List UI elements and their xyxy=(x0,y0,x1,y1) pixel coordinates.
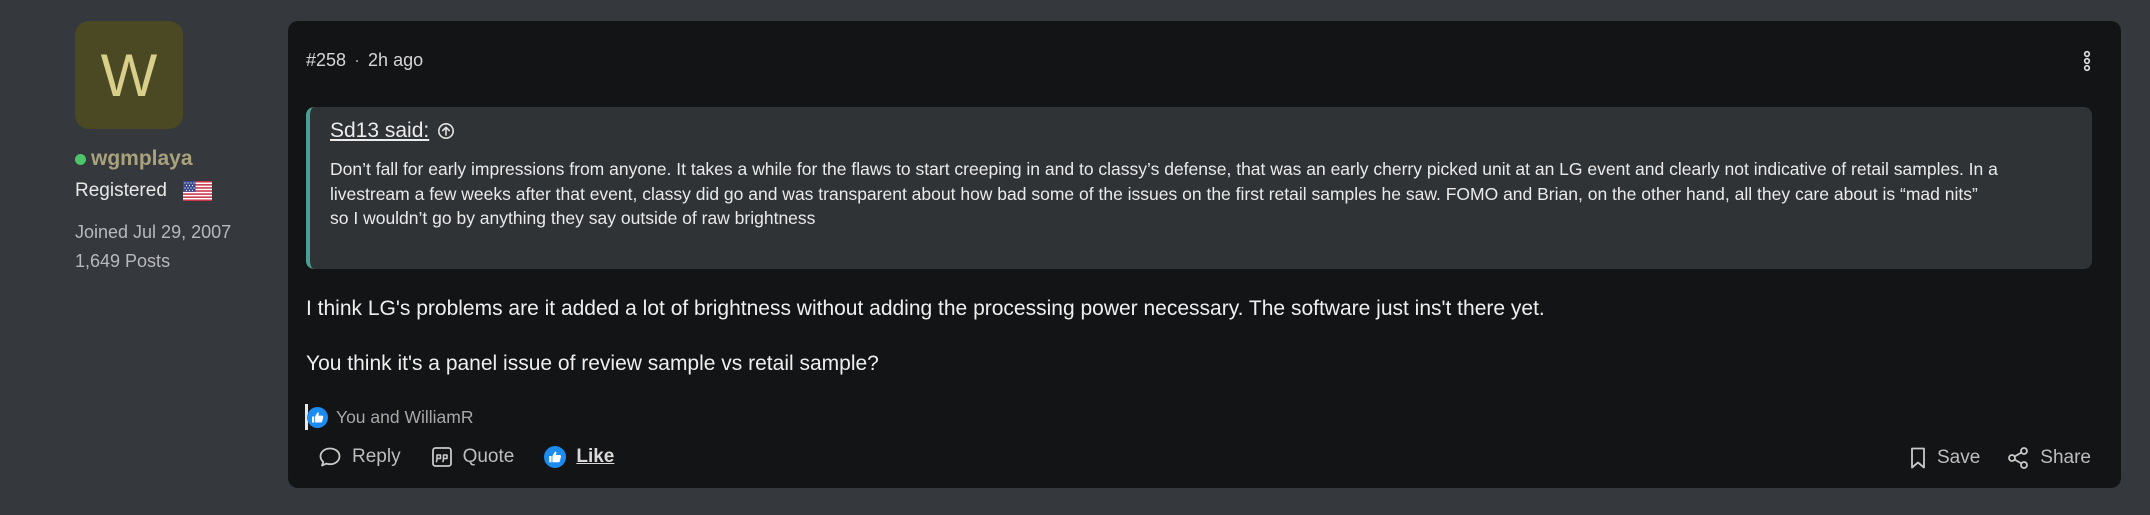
save-button[interactable]: Save xyxy=(1909,446,1980,470)
post-paragraph: You think it's a panel issue of review s… xyxy=(306,352,879,375)
quote-line: Don’t fall for early impressions from an… xyxy=(330,159,1998,204)
share-button[interactable]: Share xyxy=(2006,446,2091,470)
meta-separator: · xyxy=(354,50,361,70)
share-label: Share xyxy=(2040,447,2091,468)
bookmark-icon xyxy=(1911,447,1925,469)
like-label: Like xyxy=(576,446,615,467)
like-button[interactable]: Like xyxy=(544,446,614,468)
like-reaction-icon xyxy=(307,406,328,428)
us-flag-icon xyxy=(182,181,212,201)
like-icon xyxy=(544,446,567,468)
username-row: wgmplaya xyxy=(75,147,275,171)
reactions-summary[interactable]: You and WilliamR xyxy=(336,407,473,428)
share-icon xyxy=(2008,447,2029,469)
quote-icon xyxy=(431,447,452,467)
post-number[interactable]: #258 xyxy=(306,50,346,70)
post-actions-right: Save Share xyxy=(1883,446,2091,470)
reply-label: Reply xyxy=(352,446,401,467)
post-actions-left: Reply Quote Like xyxy=(318,446,644,468)
reply-icon xyxy=(319,447,341,467)
post-meta: #258 · 2h ago xyxy=(306,50,423,71)
post-card: #258 · 2h ago Sd13 said: Don’t fall for ea… xyxy=(288,21,2121,488)
user-info: W wgmplaya Registered Joined Jul 29, 200… xyxy=(75,21,275,272)
quote-line: so I wouldn’t go by anything they say ou… xyxy=(330,208,816,228)
quote-block: Sd13 said: Don’t fall for early impressi… xyxy=(306,107,2092,269)
quote-author[interactable]: Sd13 said: xyxy=(330,119,429,143)
reactions-row: You and WilliamR xyxy=(305,404,473,430)
join-date: Joined Jul 29, 2007 xyxy=(75,222,232,242)
save-label: Save xyxy=(1936,447,1981,468)
quote-header[interactable]: Sd13 said: xyxy=(330,119,455,143)
user-role: Registered xyxy=(75,180,167,201)
avatar-letter: W xyxy=(100,41,158,109)
online-status-icon xyxy=(75,153,86,165)
post-body: I think LG's problems are it added a lot… xyxy=(306,295,1545,378)
username[interactable]: wgmplaya xyxy=(91,147,193,171)
quote-button[interactable]: Quote xyxy=(431,446,515,468)
post-count: 1,649 Posts xyxy=(75,251,171,271)
reply-button[interactable]: Reply xyxy=(318,446,401,468)
post-paragraph: I think LG's problems are it added a lot… xyxy=(306,297,1545,320)
arrow-up-circle-icon[interactable] xyxy=(437,122,455,140)
post-time[interactable]: 2h ago xyxy=(368,50,423,70)
avatar[interactable]: W xyxy=(75,21,183,129)
quote-text: Don’t fall for early impressions from an… xyxy=(330,157,2074,231)
role-row: Registered xyxy=(75,180,275,202)
quote-label: Quote xyxy=(462,446,515,467)
kebab-menu-icon[interactable] xyxy=(2081,49,2093,73)
